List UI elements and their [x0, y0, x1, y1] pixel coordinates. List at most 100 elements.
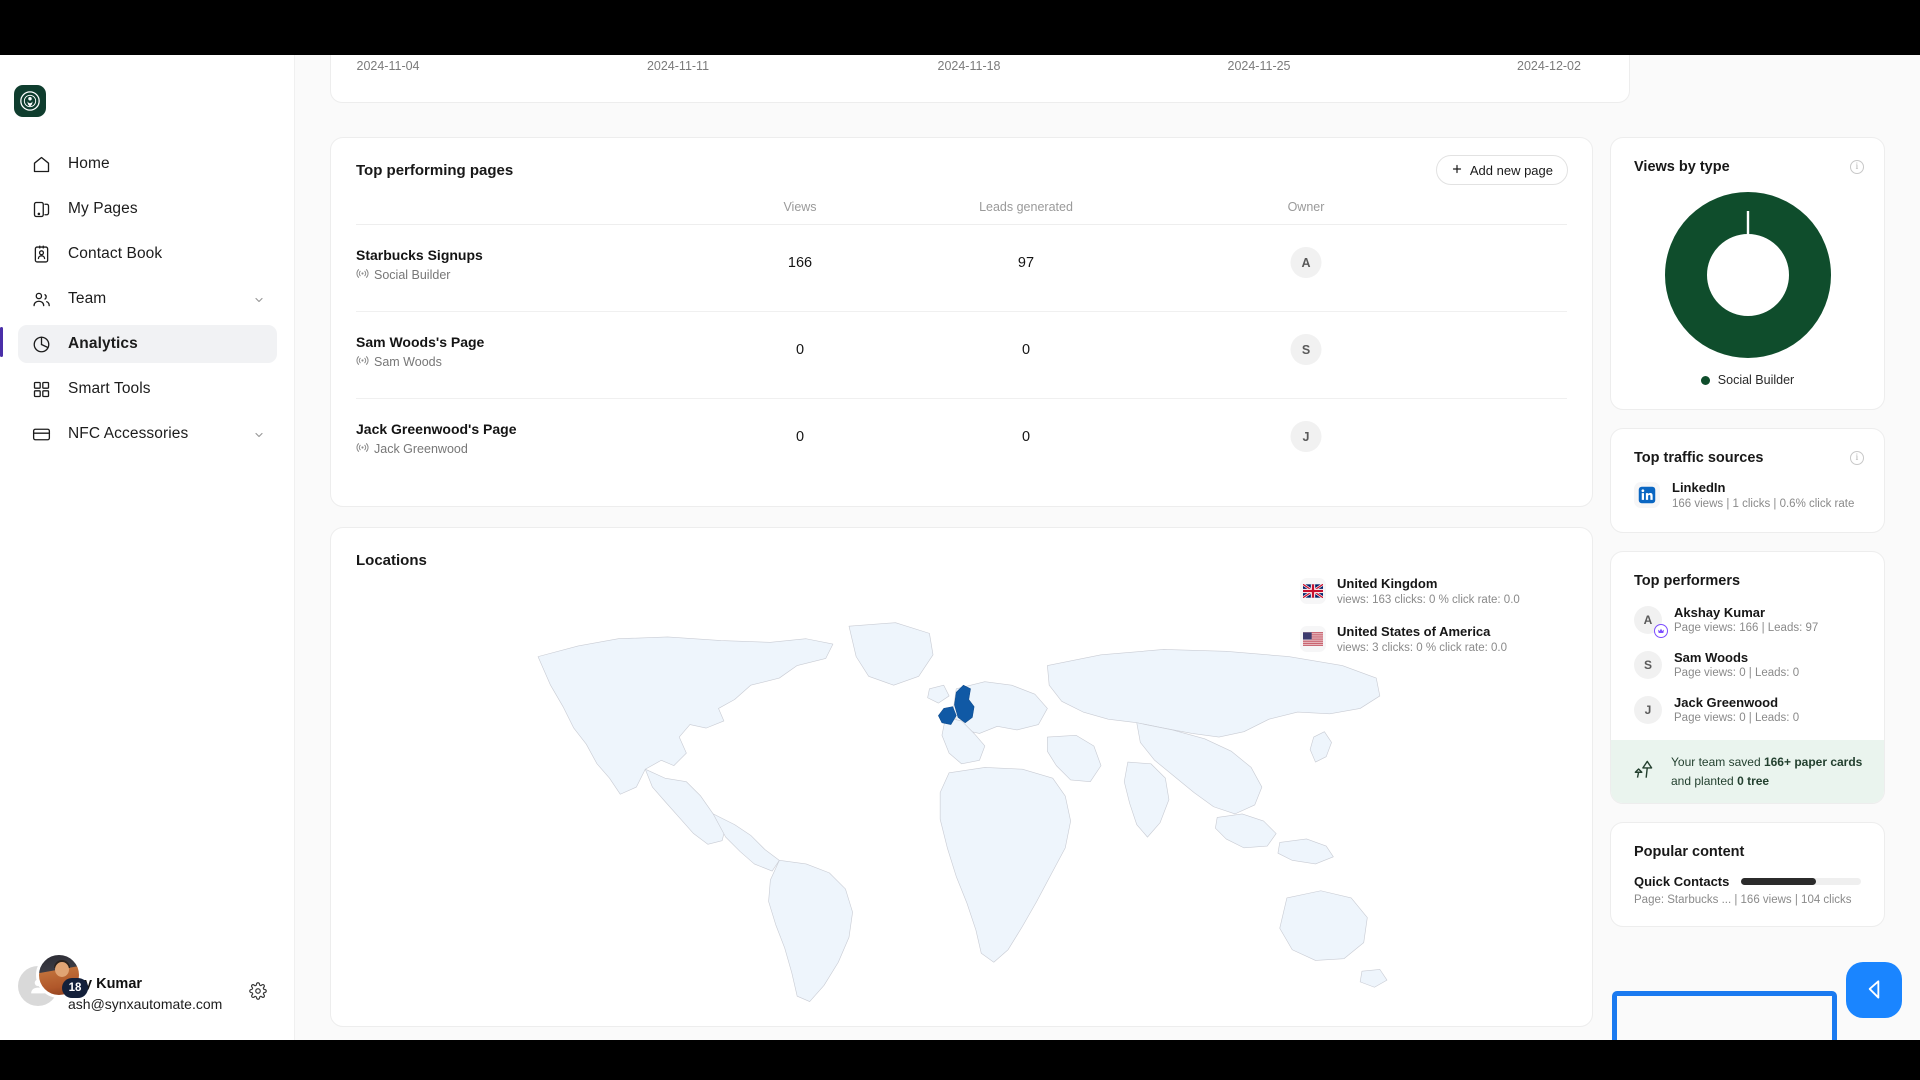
- cell-leads: 0: [1021, 342, 1031, 358]
- page-owner-label: Social Builder: [356, 267, 450, 283]
- owner-avatar[interactable]: A: [1290, 247, 1322, 278]
- sidebar-item-contact-book[interactable]: Contact Book: [18, 235, 277, 273]
- performer-stats: Page views: 166 | Leads: 97: [1674, 622, 1819, 634]
- sidebar-item-my-pages[interactable]: My Pages: [18, 190, 277, 228]
- performer-avatar: J: [1634, 695, 1662, 724]
- performer-row[interactable]: A Akshay Kumar Page views: 166 | Leads: 97: [1611, 605, 1884, 638]
- eco-line1-bold: 166+ paper cards: [1763, 755, 1863, 769]
- legend-swatch-social-builder: [1700, 375, 1710, 385]
- table-row[interactable]: Jack Greenwood's Page Jack Greenwood 0 0 J: [331, 399, 1592, 486]
- cell-leads: 0: [1021, 429, 1031, 445]
- card-title-popular-content: Popular content: [1634, 844, 1745, 861]
- sidebar-item-smart-tools[interactable]: Smart Tools: [18, 370, 277, 408]
- starbucks-logo[interactable]: [14, 85, 46, 117]
- home-icon: [30, 153, 52, 175]
- info-icon[interactable]: i: [1850, 160, 1864, 174]
- cell-views: 166: [787, 255, 813, 271]
- performer-name: Jack Greenwood: [1674, 695, 1779, 710]
- sidebar-item-label: Contact Book: [68, 245, 163, 262]
- sidebar-item-analytics[interactable]: Analytics: [18, 325, 277, 363]
- smart-tools-icon: [30, 378, 52, 400]
- sidebar-item-label: Smart Tools: [68, 380, 151, 397]
- x-axis-tick: 2024-12-02: [1517, 59, 1581, 73]
- top-traffic-sources-card: Top traffic sources i LinkedIn 166 views: [1610, 428, 1885, 533]
- add-new-page-label: Add new page: [1469, 162, 1553, 178]
- performer-name: Sam Woods: [1674, 650, 1749, 665]
- plus-icon: [1451, 163, 1463, 178]
- eco-line2-bold: 0 tree: [1737, 773, 1770, 788]
- traffic-source-row[interactable]: LinkedIn 166 views | 1 clicks | 0.6% cli…: [1611, 466, 1884, 532]
- performer-row[interactable]: J Jack Greenwood Page views: 0 | Leads: 0: [1611, 695, 1884, 724]
- popular-content-card: Popular content Quick Contacts Page: Sta…: [1610, 822, 1885, 928]
- popular-content-stats: Page: Starbucks ... | 166 views | 104 cl…: [1634, 894, 1852, 907]
- performer-avatar: S: [1634, 650, 1662, 679]
- notification-badge[interactable]: 18: [62, 978, 88, 998]
- card-title-locations: Locations: [356, 552, 427, 569]
- page-owner-label: Sam Woods: [356, 354, 442, 370]
- uk-flag-icon: [1300, 578, 1326, 604]
- user-email: ash@synxautomate.com: [68, 996, 223, 1012]
- chevron-down-icon[interactable]: [253, 428, 265, 440]
- x-axis-tick: 2024-11-11: [646, 59, 710, 73]
- linkedin-icon: [1634, 482, 1660, 508]
- gear-icon[interactable]: [249, 982, 267, 1000]
- broadcast-icon: [356, 441, 369, 457]
- page-name: Jack Greenwood's Page: [356, 421, 517, 437]
- add-new-page-button[interactable]: Add new page: [1435, 155, 1568, 185]
- location-item[interactable]: United Kingdom views: 163 clicks: 0 % cli…: [1300, 576, 1570, 606]
- top-performer-badge-icon: [1654, 623, 1668, 638]
- page-owner-label: Jack Greenwood: [356, 441, 468, 457]
- sidebar-item-team[interactable]: Team: [18, 280, 277, 318]
- world-map[interactable]: [331, 603, 1594, 1023]
- eco-line2-pre: and planted: [1671, 773, 1738, 788]
- popular-content-item[interactable]: Quick Contacts Page: Starbucks ... | 166…: [1611, 874, 1884, 926]
- sidebar-item-label: NFC Accessories: [68, 425, 189, 442]
- traffic-source-name: LinkedIn: [1672, 480, 1726, 495]
- sidebar-item-nfc-accessories[interactable]: NFC Accessories: [18, 415, 277, 453]
- starbucks-siren-icon: [20, 91, 40, 111]
- broadcast-icon: [356, 354, 369, 370]
- sidebar-item-home[interactable]: Home: [18, 145, 277, 183]
- card-title-top-performers: Top performers: [1634, 573, 1741, 589]
- x-axis-tick: 2024-11-18: [937, 59, 1001, 73]
- performer-avatar: A: [1634, 605, 1668, 638]
- top-performers-list: A Akshay Kumar Page views: 166 | Leads: 97…: [1611, 605, 1884, 724]
- info-icon[interactable]: i: [1850, 451, 1864, 465]
- page-name: Starbucks Signups: [356, 247, 483, 263]
- sidebar-item-label: Analytics: [68, 335, 138, 352]
- sidebar-nav: Home My Pages Contact Book Team Analytics Sma…: [0, 145, 295, 460]
- user-profile-block[interactable]: 18 y Kumar ash@synxautomate.com: [0, 952, 295, 1022]
- sidebar: Home My Pages Contact Book Team Analytics Sma…: [0, 55, 295, 1040]
- column-header-leads: Leads generated: [979, 200, 1073, 214]
- table-row[interactable]: Sam Woods's Page Sam Woods 0 0 S: [331, 312, 1592, 399]
- performer-stats: Page views: 0 | Leads: 0: [1674, 667, 1800, 679]
- chevron-down-icon[interactable]: [253, 293, 265, 305]
- table-row[interactable]: Starbucks Signups Social Builder 166 97 A: [331, 225, 1592, 312]
- sidebar-item-label: Home: [68, 155, 110, 172]
- nfc-card-icon: [30, 423, 52, 445]
- column-header-owner: Owner: [1287, 200, 1325, 214]
- broadcast-icon: [356, 267, 369, 283]
- right-rail: Views by type i Social Builder Top traff…: [1610, 137, 1885, 945]
- main-content: 2024-11-04 2024-11-11 2024-11-18 2024-11-25…: [295, 55, 1920, 1040]
- cell-views: 0: [795, 429, 805, 445]
- tree-icon: [1631, 756, 1657, 787]
- popular-content-name: Quick Contacts: [1634, 874, 1730, 890]
- cell-views: 0: [795, 342, 805, 358]
- chat-bubble-icon[interactable]: [1846, 962, 1902, 1018]
- pages-icon: [30, 198, 52, 220]
- owner-avatar[interactable]: S: [1290, 334, 1322, 365]
- location-country: United Kingdom: [1337, 576, 1438, 591]
- performer-row[interactable]: S Sam Woods Page views: 0 | Leads: 0: [1611, 650, 1884, 679]
- chart-axis-strip: 2024-11-04 2024-11-11 2024-11-18 2024-11-25…: [330, 55, 1630, 103]
- views-by-type-card: Views by type i Social Builder: [1610, 137, 1885, 410]
- owner-avatar[interactable]: J: [1290, 421, 1322, 452]
- top-performers-card: Top performers A Akshay Kumar Page views: …: [1610, 551, 1885, 805]
- team-icon: [30, 288, 52, 310]
- x-axis-tick: 2024-11-25: [1227, 59, 1291, 73]
- performer-stats: Page views: 0 | Leads: 0: [1674, 712, 1800, 724]
- locations-card: Locations United Kingdom views: 163 click…: [330, 527, 1593, 1027]
- donut-chart: [1611, 191, 1884, 359]
- app-screen: Home My Pages Contact Book Team Analytics Sma…: [0, 55, 1920, 1040]
- eco-impact-text: Your team saved 166+ paper cards and pla…: [1671, 753, 1862, 790]
